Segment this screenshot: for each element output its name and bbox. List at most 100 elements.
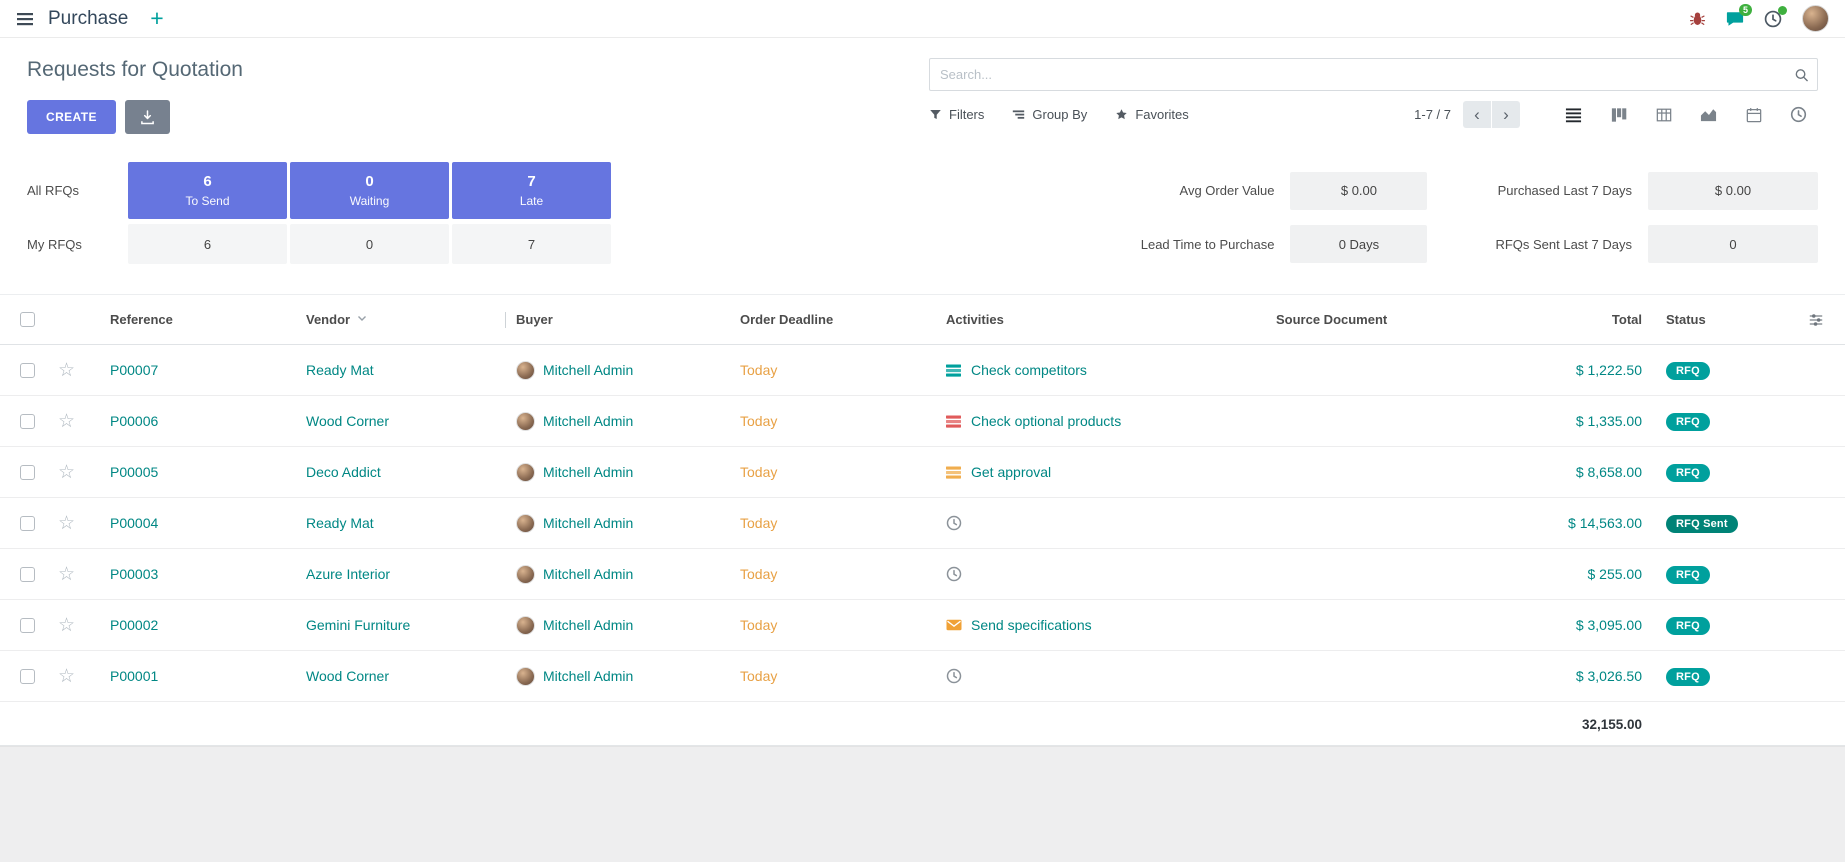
select-all-checkbox[interactable] [20, 312, 35, 327]
create-button[interactable]: CREATE [27, 100, 116, 134]
pager-next-icon[interactable]: › [1492, 101, 1520, 128]
buyer-link[interactable]: Mitchell Admin [543, 617, 633, 633]
user-avatar[interactable] [1802, 5, 1829, 32]
top-navbar: Purchase + 5 [0, 0, 1845, 38]
activity-view-icon[interactable] [1779, 101, 1818, 128]
favorite-star-icon[interactable]: ☆ [58, 360, 75, 381]
buyer-avatar [516, 463, 535, 482]
debug-bug-icon[interactable] [1689, 10, 1706, 27]
waiting-card[interactable]: 0 Waiting [290, 162, 449, 219]
to-send-card[interactable]: 6 To Send [128, 162, 287, 219]
new-tab-button[interactable]: + [150, 7, 163, 30]
search-input[interactable] [930, 59, 1817, 90]
favorite-star-icon[interactable]: ☆ [58, 513, 75, 534]
messages-icon[interactable]: 5 [1726, 10, 1744, 28]
envelope-icon[interactable] [946, 617, 962, 633]
filters-button[interactable]: Filters [929, 107, 984, 122]
column-header-order-deadline[interactable]: Order Deadline [730, 295, 936, 345]
calendar-view-icon[interactable] [1734, 101, 1773, 128]
activity-label[interactable]: Send specifications [971, 617, 1092, 633]
row-checkbox[interactable] [20, 516, 35, 531]
column-header-buyer[interactable]: Buyer [506, 295, 730, 345]
my-late-count[interactable]: 7 [452, 224, 611, 264]
group-by-button[interactable]: Group By [1012, 107, 1087, 122]
status-badge: RFQ [1666, 566, 1710, 584]
my-to-send-count[interactable]: 6 [128, 224, 287, 264]
clock-icon[interactable] [946, 668, 962, 684]
clock-icon[interactable] [946, 566, 962, 582]
table-row[interactable]: ☆ P00005 Deco Addict Mitchell Admin Toda… [0, 447, 1845, 498]
tasks-icon[interactable] [946, 363, 962, 378]
activity-label[interactable]: Get approval [971, 464, 1051, 480]
favorite-star-icon[interactable]: ☆ [58, 462, 75, 483]
row-checkbox[interactable] [20, 618, 35, 633]
reference-link[interactable]: P00003 [110, 566, 158, 582]
row-checkbox[interactable] [20, 414, 35, 429]
control-panel: Requests for Quotation CREATE Filte [0, 38, 1845, 150]
list-view-icon[interactable] [1554, 101, 1593, 128]
optional-columns-icon[interactable] [1796, 312, 1835, 328]
reference-link[interactable]: P00001 [110, 668, 158, 684]
buyer-link[interactable]: Mitchell Admin [543, 566, 633, 582]
activity-label[interactable]: Check optional products [971, 413, 1121, 429]
pivot-view-icon[interactable] [1644, 101, 1683, 128]
favorite-star-icon[interactable]: ☆ [58, 411, 75, 432]
column-header-status[interactable]: Status [1656, 295, 1786, 345]
vendor-link[interactable]: Azure Interior [306, 566, 390, 582]
buyer-link[interactable]: Mitchell Admin [543, 413, 633, 429]
column-header-vendor[interactable]: Vendor [296, 295, 506, 345]
table-row[interactable]: ☆ P00006 Wood Corner Mitchell Admin Toda… [0, 396, 1845, 447]
buyer-link[interactable]: Mitchell Admin [543, 515, 633, 531]
waiting-label: Waiting [350, 194, 390, 208]
table-row[interactable]: ☆ P00001 Wood Corner Mitchell Admin Toda… [0, 651, 1845, 702]
graph-view-icon[interactable] [1689, 101, 1728, 128]
late-card[interactable]: 7 Late [452, 162, 611, 219]
reference-link[interactable]: P00005 [110, 464, 158, 480]
vendor-link[interactable]: Wood Corner [306, 413, 389, 429]
tasks-icon[interactable] [946, 414, 962, 429]
search-icon[interactable] [1794, 67, 1809, 82]
reference-link[interactable]: P00004 [110, 515, 158, 531]
row-checkbox[interactable] [20, 567, 35, 582]
buyer-link[interactable]: Mitchell Admin [543, 668, 633, 684]
favorite-star-icon[interactable]: ☆ [58, 564, 75, 585]
column-header-source-document[interactable]: Source Document [1266, 295, 1506, 345]
table-row[interactable]: ☆ P00003 Azure Interior Mitchell Admin T… [0, 549, 1845, 600]
reference-link[interactable]: P00002 [110, 617, 158, 633]
favorites-button[interactable]: Favorites [1115, 107, 1188, 122]
buyer-link[interactable]: Mitchell Admin [543, 362, 633, 378]
app-name[interactable]: Purchase [48, 8, 128, 30]
group-by-icon [1012, 108, 1025, 121]
apps-menu-icon[interactable] [16, 10, 34, 28]
vendor-link[interactable]: Gemini Furniture [306, 617, 410, 633]
status-badge: RFQ [1666, 464, 1710, 482]
row-checkbox[interactable] [20, 669, 35, 684]
table-row[interactable]: ☆ P00004 Ready Mat Mitchell Admin Today … [0, 498, 1845, 549]
row-checkbox[interactable] [20, 363, 35, 378]
vendor-link[interactable]: Wood Corner [306, 668, 389, 684]
kanban-view-icon[interactable] [1599, 101, 1638, 128]
buyer-link[interactable]: Mitchell Admin [543, 464, 633, 480]
column-header-activities[interactable]: Activities [936, 295, 1266, 345]
favorite-star-icon[interactable]: ☆ [58, 666, 75, 687]
reference-link[interactable]: P00006 [110, 413, 158, 429]
row-checkbox[interactable] [20, 465, 35, 480]
favorite-star-icon[interactable]: ☆ [58, 615, 75, 636]
my-waiting-count[interactable]: 0 [290, 224, 449, 264]
source-document-value [1266, 549, 1506, 600]
activity-label[interactable]: Check competitors [971, 362, 1087, 378]
vendor-link[interactable]: Ready Mat [306, 362, 374, 378]
table-row[interactable]: ☆ P00002 Gemini Furniture Mitchell Admin… [0, 600, 1845, 651]
clock-icon[interactable] [946, 515, 962, 531]
tasks-icon[interactable] [946, 465, 962, 480]
activities-clock-icon[interactable] [1764, 10, 1782, 28]
column-header-total[interactable]: Total [1506, 295, 1656, 345]
vendor-link[interactable]: Deco Addict [306, 464, 381, 480]
column-header-reference[interactable]: Reference [96, 295, 296, 345]
vendor-link[interactable]: Ready Mat [306, 515, 374, 531]
pager-previous-icon[interactable]: ‹ [1463, 101, 1491, 128]
reference-link[interactable]: P00007 [110, 362, 158, 378]
table-row[interactable]: ☆ P00007 Ready Mat Mitchell Admin Today … [0, 345, 1845, 396]
rfqs-sent-last-7-days-value: 0 [1648, 225, 1818, 263]
export-download-button[interactable] [125, 100, 170, 134]
